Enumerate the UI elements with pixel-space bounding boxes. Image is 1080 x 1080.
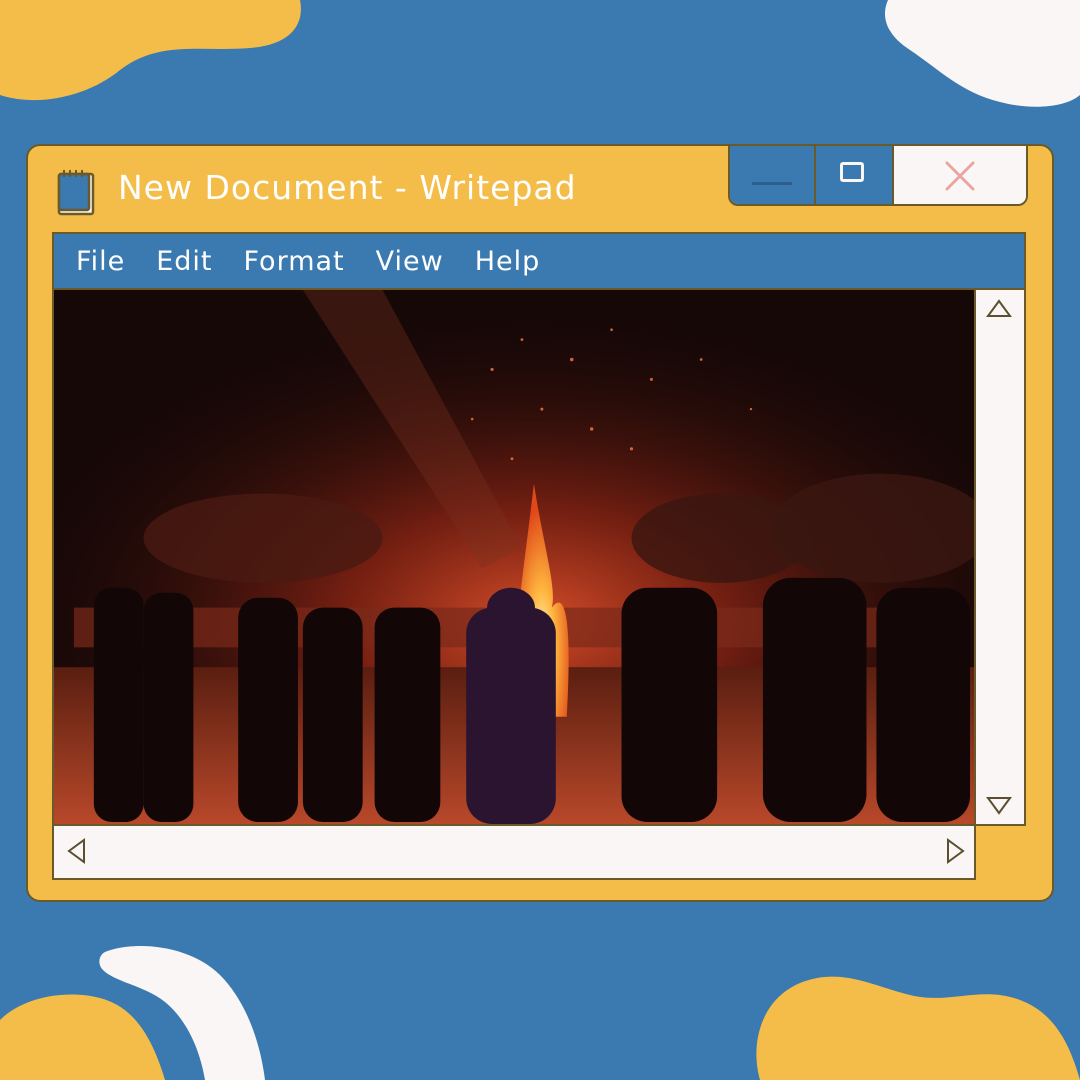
- notepad-icon: [57, 170, 95, 216]
- menu-item-help[interactable]: Help: [475, 246, 541, 277]
- document-content[interactable]: [52, 288, 976, 826]
- horizontal-scrollbar[interactable]: [52, 826, 976, 880]
- writepad-window: New Document - Writepad File Edit Format…: [26, 144, 1054, 902]
- scroll-right-arrow-icon[interactable]: [942, 838, 968, 864]
- minimize-button[interactable]: [730, 146, 816, 204]
- close-button[interactable]: [894, 146, 1026, 204]
- scroll-up-arrow-icon[interactable]: [986, 296, 1012, 322]
- decor-blob-top-left: [0, 0, 301, 101]
- title-bar[interactable]: New Document - Writepad: [28, 144, 1052, 230]
- scroll-down-arrow-icon[interactable]: [986, 792, 1012, 818]
- scroll-left-arrow-icon[interactable]: [64, 838, 90, 864]
- minimize-icon: [752, 182, 792, 185]
- menu-item-view[interactable]: View: [376, 246, 444, 277]
- menu-item-format[interactable]: Format: [243, 246, 344, 277]
- decor-blob-top-right: [884, 0, 1080, 107]
- menu-bar: File Edit Format View Help: [52, 232, 1026, 288]
- menu-item-file[interactable]: File: [76, 246, 125, 277]
- menu-item-edit[interactable]: Edit: [156, 246, 212, 277]
- campfire-photo: [54, 290, 974, 824]
- decor-blob-bottom-right: [756, 976, 1080, 1080]
- close-icon: [945, 161, 975, 191]
- maximize-button[interactable]: [816, 146, 894, 204]
- decor-blob-bottom-left-yellow: [0, 994, 165, 1080]
- window-title: New Document - Writepad: [118, 168, 577, 207]
- maximize-icon: [840, 162, 864, 182]
- window-controls: [728, 144, 1028, 206]
- vertical-scrollbar[interactable]: [976, 288, 1026, 826]
